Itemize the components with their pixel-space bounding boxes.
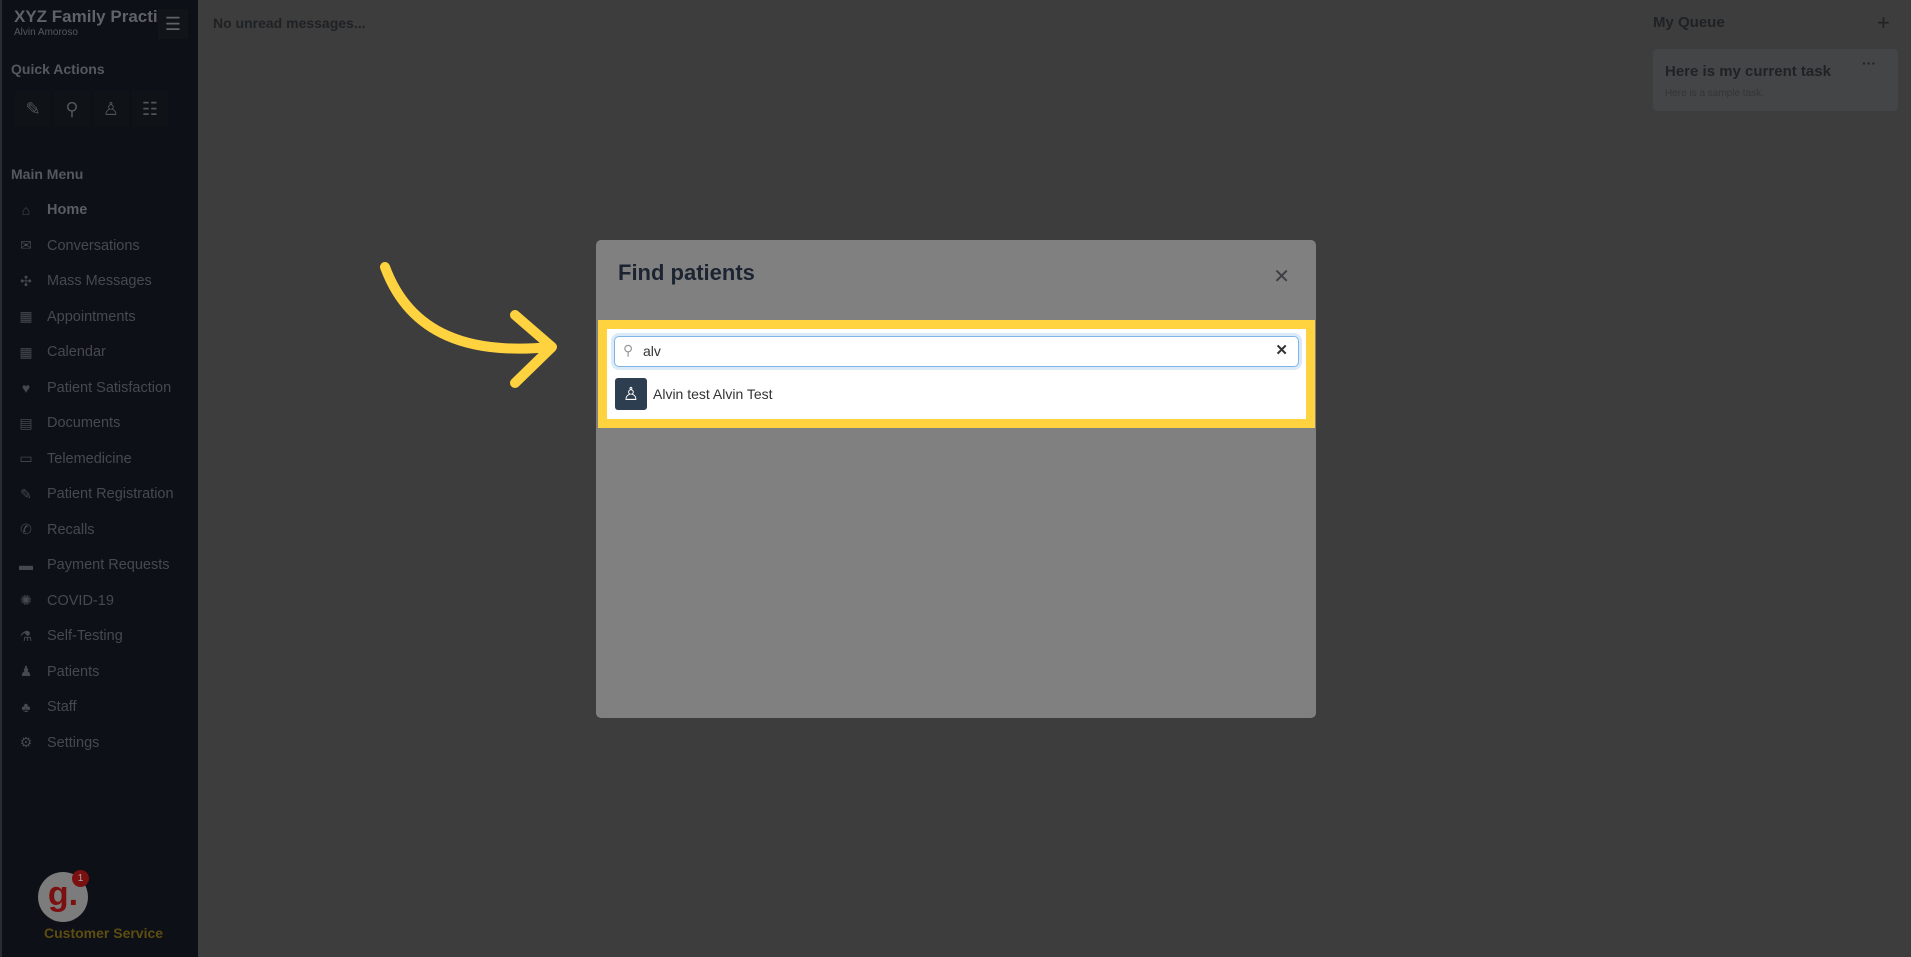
sidebar-item-label: Patient Satisfaction [47,379,172,396]
calendar-clock-icon: ▦ [19,308,33,324]
sidebar-item-label: Staff [47,699,77,715]
highlight-box: ⚲ alv ✕ ♙ Alvin test Alvin Test [598,320,1315,428]
more-options-icon[interactable]: ··· [1862,55,1876,71]
patient-icon: ♟ [19,663,33,679]
patient-name: Alvin test Alvin Test [653,386,773,402]
calendar-icon: ▦ [19,343,33,360]
sliders-icon[interactable]: ☷ [132,91,168,127]
sidebar-item-appointments[interactable]: ▦ Appointments [15,305,136,329]
sidebar-item-patients[interactable]: ♟ Patients [15,660,100,684]
monitor-icon: ▭ [19,450,33,466]
sidebar-item-patient-satisfaction[interactable]: ♥ Patient Satisfaction [15,376,171,400]
virus-icon: ✺ [20,592,32,608]
clear-search-icon[interactable]: ✕ [1275,341,1288,359]
sidebar-item-label: Home [47,202,88,218]
form-icon: ✎ [20,485,32,502]
user-name: Alvin Amoroso [14,27,78,38]
patient-search-input[interactable]: ⚲ alv ✕ [614,336,1299,367]
sidebar-item-label: COVID-19 [47,592,114,609]
sidebar-item-telemedicine[interactable]: ▭ Telemedicine [15,447,132,471]
home-icon: ⌂ [21,202,31,218]
sidebar-item-label: Payment Requests [47,557,170,573]
customer-service-label[interactable]: Customer Service [44,925,163,941]
sidebar-item-label: Settings [47,734,100,751]
queue-title: My Queue [1653,14,1725,31]
patient-avatar-icon: ♙ [615,378,647,410]
sidebar-item-calendar[interactable]: ▦ Calendar [15,340,106,364]
sidebar-item-patient-registration[interactable]: ✎ Patient Registration [15,482,174,506]
modal-title: Find patients [618,260,755,285]
sidebar-item-label: Conversations [47,237,140,254]
search-icon: ⚲ [623,342,634,358]
messages-status: No unread messages... [213,15,366,31]
sidebar-item-home[interactable]: ⌂ Home [15,198,88,222]
sidebar-item-label: Documents [47,415,121,431]
sidebar-item-payment-requests[interactable]: ▬ Payment Requests [15,553,170,577]
sidebar-item-label: Appointments [47,308,136,325]
chat-icon: ✉ [20,237,32,253]
hamburger-menu-icon[interactable]: ☰ [158,9,188,39]
sidebar-item-recalls[interactable]: ✆ Recalls [15,518,95,542]
broadcast-icon: ✣ [20,272,32,289]
phone-icon: ✆ [20,521,32,537]
sidebar-item-label: Mass Messages [47,273,152,289]
sidebar-item-label: Patient Registration [47,486,174,502]
find-patients-modal: Find patients ✕ ⚲ alv ✕ ♙ Alvin test Alv… [596,240,1316,718]
search-icon[interactable]: ⚲ [54,91,90,127]
sidebar-item-conversations[interactable]: ✉ Conversations [15,234,140,258]
gear-icon: ⚙ [19,734,33,750]
sidebar-item-documents[interactable]: ▤ Documents [15,411,120,435]
sidebar-item-mass-messages[interactable]: ✣ Mass Messages [15,269,152,293]
task-description: Here is a sample task. [1665,88,1764,99]
search-value[interactable]: alv [643,343,661,359]
sidebar-item-settings[interactable]: ⚙ Settings [15,731,100,755]
close-icon[interactable]: ✕ [1273,264,1290,289]
flask-icon: ⚗ [19,627,33,644]
sidebar-item-label: Telemedicine [47,450,132,467]
sidebar-item-label: Calendar [47,344,106,360]
notification-badge: 1 [72,870,89,887]
heart-icon: ♥ [21,379,31,396]
sidebar-item-self-testing[interactable]: ⚗ Self-Testing [15,624,123,648]
arrow-annotation-icon [380,262,557,388]
document-icon: ▤ [19,414,33,431]
sidebar-item-label: Recalls [47,521,95,538]
sidebar-item-covid-19[interactable]: ✺ COVID-19 [15,589,114,613]
credit-card-icon: ▬ [19,557,33,573]
sidebar-item-label: Patients [47,663,100,680]
sidebar-item-staff[interactable]: ♣ Staff [15,695,77,719]
main-menu-title: Main Menu [11,166,84,182]
sidebar: XYZ Family Practice Alvin Amoroso ☰ Quic… [0,0,198,957]
task-title: Here is my current task [1665,63,1831,80]
staff-icon: ♣ [21,699,31,715]
compose-icon[interactable]: ✎ [15,91,51,127]
plus-icon[interactable]: + [1877,10,1890,36]
patient-result[interactable]: ♙ Alvin test Alvin Test [615,378,773,410]
task-card[interactable]: Here is my current task Here is a sample… [1653,49,1898,111]
patient-icon[interactable]: ♙ [93,91,129,127]
practice-name: XYZ Family Practice [14,7,177,26]
quick-actions-title: Quick Actions [11,61,105,77]
sidebar-item-label: Self-Testing [47,628,123,644]
